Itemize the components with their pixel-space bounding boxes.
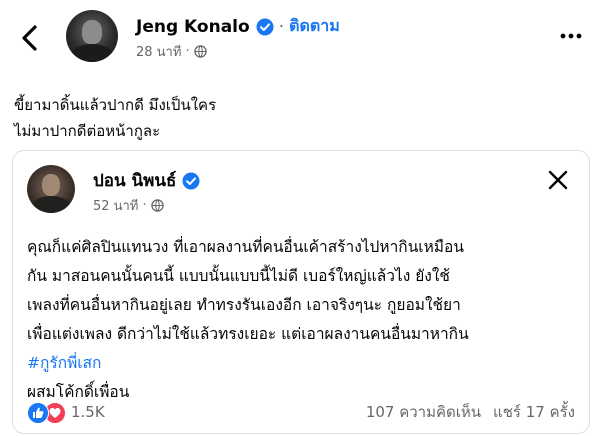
close-icon[interactable] xyxy=(547,169,569,191)
reaction-icons[interactable] xyxy=(27,401,69,424)
shared-post-meta: 52 นาที · xyxy=(93,195,164,216)
post-time[interactable]: 28 นาที xyxy=(136,41,181,62)
author-avatar[interactable] xyxy=(66,10,118,62)
post-caption: ขี้ยามาดิ้นแล้วปากดี มึงเป็นใคร ไม่มาปาก… xyxy=(14,92,216,144)
shared-post-card[interactable]: ปอน นิพนธ์ 52 นาที · คุณก็แค่ศิลปินแทนวง… xyxy=(12,150,590,434)
reaction-count[interactable]: 1.5K xyxy=(71,403,105,421)
verified-badge-icon xyxy=(256,18,274,35)
engagement-bar: 1.5K 107 ความคิดเห็น แชร์ 17 ครั้ง xyxy=(27,400,575,424)
meta-dot: · xyxy=(185,44,190,59)
meta-dot: · xyxy=(142,198,147,213)
post-text-line: เพื่อแต่งเพลง ดีกว่าไม่ใช้แล้วทรงเยอะ แต… xyxy=(27,325,469,343)
separator-dot: · xyxy=(278,16,285,37)
back-arrow-icon[interactable] xyxy=(16,22,44,54)
globe-icon xyxy=(193,45,207,58)
hashtag-link[interactable]: #กูรักพี่เสก xyxy=(27,349,579,378)
author-header: Jeng Konalo · ติดตาม xyxy=(136,14,340,39)
more-options-icon[interactable] xyxy=(560,32,582,40)
follow-button[interactable]: ติดตาม xyxy=(289,14,340,39)
author-name[interactable]: Jeng Konalo xyxy=(136,17,250,37)
caption-line: ขี้ยามาดิ้นแล้วปากดี มึงเป็นใคร xyxy=(14,96,217,114)
facebook-post-view: Jeng Konalo · ติดตาม 28 นาที · ขี้ยามาดิ… xyxy=(0,0,600,436)
shared-author-header: ปอน นิพนธ์ xyxy=(93,167,200,194)
like-reaction-icon xyxy=(27,402,49,424)
shares-count[interactable]: แชร์ 17 ครั้ง xyxy=(493,400,575,424)
shared-author-avatar[interactable] xyxy=(27,165,75,213)
post-text-line: กัน มาสอนคนนั้นคนนี้ แบบนั้นแบบนี้ไม่ดี … xyxy=(27,267,450,285)
shared-author-name[interactable]: ปอน นิพนธ์ xyxy=(93,167,176,194)
post-meta: 28 นาที · xyxy=(136,41,207,62)
post-text-line: คุณก็แค่ศิลปินแทนวง ที่เอาผลงานที่คนอื่น… xyxy=(27,238,464,256)
post-text-line: เพลงที่คนอื่นหากินอยู่เลย ทำทรงรันเองอีก… xyxy=(27,296,461,314)
shared-post-time[interactable]: 52 นาที xyxy=(93,195,138,216)
verified-badge-icon xyxy=(182,172,200,189)
comments-count[interactable]: 107 ความคิดเห็น xyxy=(366,400,481,424)
globe-icon xyxy=(150,199,164,212)
shared-post-text: คุณก็แค่ศิลปินแทนวง ที่เอาผลงานที่คนอื่น… xyxy=(27,233,579,407)
caption-line: ไม่มาปากดีต่อหน้ากูละ xyxy=(14,122,161,140)
